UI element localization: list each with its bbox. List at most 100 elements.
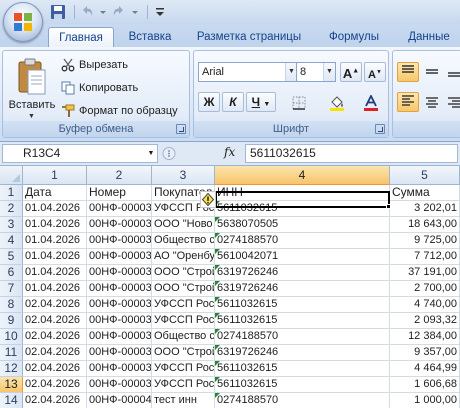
- chevron-down-icon[interactable]: ▼: [263, 101, 270, 108]
- cell-r12-c3[interactable]: УФССП Рос: [152, 361, 215, 377]
- paste-dropdown-icon[interactable]: ▼: [28, 113, 35, 120]
- column-header-2[interactable]: 2: [87, 166, 152, 185]
- cell-r1-c1[interactable]: Дата: [23, 185, 87, 201]
- cell-r1-c5[interactable]: Сумма: [390, 185, 460, 201]
- cell-r7-c1[interactable]: 01.04.2026: [23, 281, 87, 297]
- cell-r13-c1[interactable]: 02.04.2026: [23, 377, 87, 393]
- borders-button[interactable]: [284, 92, 314, 112]
- cut-button[interactable]: Вырезать: [61, 56, 128, 74]
- cell-r3-c1[interactable]: 01.04.2026: [23, 217, 87, 233]
- font-size-select[interactable]: 8 ▼: [296, 62, 336, 82]
- cell-r10-c4[interactable]: 0274188570: [215, 329, 390, 345]
- error-warning-icon[interactable]: [200, 191, 216, 208]
- cell-r6-c4[interactable]: 6319726246: [215, 265, 390, 281]
- cell-r14-c4[interactable]: 0274188570: [215, 393, 390, 408]
- cell-r14-c5[interactable]: 1 000,00: [390, 393, 460, 408]
- row-header-7[interactable]: 7: [0, 281, 23, 297]
- row-header-10[interactable]: 10: [0, 329, 23, 345]
- cell-r11-c4[interactable]: 6319726246: [215, 345, 390, 361]
- row-header-14[interactable]: 14: [0, 393, 23, 408]
- cell-r3-c5[interactable]: 18 643,00: [390, 217, 460, 233]
- redo-dropdown-icon[interactable]: [131, 4, 139, 20]
- clipboard-dialog-launcher[interactable]: [176, 124, 186, 134]
- cell-r4-c4[interactable]: 0274188570: [215, 233, 390, 249]
- cell-r13-c4[interactable]: 5611032615: [215, 377, 390, 393]
- active-cell-outline[interactable]: [215, 191, 390, 208]
- cell-r9-c3[interactable]: УФССП Рос: [152, 313, 215, 329]
- cell-r12-c5[interactable]: 4 464,99: [390, 361, 460, 377]
- font-name-select[interactable]: Arial ▼: [198, 62, 298, 82]
- row-header-8[interactable]: 8: [0, 297, 23, 313]
- cell-r5-c3[interactable]: АО "Оренбу: [152, 249, 215, 265]
- format-painter-button[interactable]: Формат по образцу: [61, 102, 178, 120]
- cell-r14-c3[interactable]: тест инн: [152, 393, 215, 408]
- fill-color-button[interactable]: [322, 92, 352, 112]
- align-center-button[interactable]: [421, 92, 443, 112]
- cell-r6-c2[interactable]: 00НФ-00003: [87, 265, 152, 281]
- cell-r2-c1[interactable]: 01.04.2026: [23, 201, 87, 217]
- align-right-button[interactable]: [443, 92, 460, 112]
- cell-r5-c4[interactable]: 5610042071: [215, 249, 390, 265]
- cell-r11-c2[interactable]: 00НФ-00003: [87, 345, 152, 361]
- font-dialog-launcher[interactable]: [375, 124, 385, 134]
- cell-r8-c5[interactable]: 4 740,00: [390, 297, 460, 313]
- row-header-6[interactable]: 6: [0, 265, 23, 281]
- select-all-button[interactable]: [0, 166, 23, 185]
- row-header-11[interactable]: 11: [0, 345, 23, 361]
- cell-r6-c1[interactable]: 01.04.2026: [23, 265, 87, 281]
- cell-r14-c2[interactable]: 00НФ-00004: [87, 393, 152, 408]
- tab-data[interactable]: Данные: [398, 27, 460, 48]
- cell-r3-c3[interactable]: ООО "Ново: [152, 217, 215, 233]
- cell-r8-c1[interactable]: 02.04.2026: [23, 297, 87, 313]
- italic-button[interactable]: К: [222, 92, 244, 112]
- align-top-button[interactable]: [397, 62, 419, 82]
- row-header-9[interactable]: 9: [0, 313, 23, 329]
- cell-r12-c2[interactable]: 00НФ-00003: [87, 361, 152, 377]
- cell-r9-c5[interactable]: 2 093,32: [390, 313, 460, 329]
- column-header-5[interactable]: 5: [390, 166, 460, 185]
- row-header-2[interactable]: 2: [0, 201, 23, 217]
- cell-r7-c2[interactable]: 00НФ-00003: [87, 281, 152, 297]
- cell-r7-c5[interactable]: 2 700,00: [390, 281, 460, 297]
- undo-dropdown-icon[interactable]: [99, 4, 107, 20]
- cell-r14-c1[interactable]: 02.04.2026: [23, 393, 87, 408]
- cell-r8-c3[interactable]: УФССП Рос: [152, 297, 215, 313]
- cell-r4-c1[interactable]: 01.04.2026: [23, 233, 87, 249]
- row-header-12[interactable]: 12: [0, 361, 23, 377]
- bold-button[interactable]: Ж: [198, 92, 220, 112]
- cell-r10-c2[interactable]: 00НФ-00003: [87, 329, 152, 345]
- fill-handle[interactable]: [386, 204, 391, 209]
- cell-r12-c4[interactable]: 5611032615: [215, 361, 390, 377]
- cell-r5-c2[interactable]: 00НФ-00003: [87, 249, 152, 265]
- cell-r1-c2[interactable]: Номер: [87, 185, 152, 201]
- cell-r3-c2[interactable]: 00НФ-00003: [87, 217, 152, 233]
- cell-r9-c2[interactable]: 00НФ-00003: [87, 313, 152, 329]
- cell-r7-c3[interactable]: ООО "Строй: [152, 281, 215, 297]
- name-box[interactable]: R13C4: [2, 144, 158, 163]
- align-left-button[interactable]: [397, 92, 419, 112]
- chevron-down-icon[interactable]: ▼: [323, 63, 335, 81]
- copy-button[interactable]: Копировать: [61, 79, 138, 97]
- cell-r4-c5[interactable]: 9 725,00: [390, 233, 460, 249]
- cell-r7-c4[interactable]: 6319726246: [215, 281, 390, 297]
- tab-home[interactable]: Главная: [48, 27, 114, 49]
- splitter-grip-icon[interactable]: [162, 144, 176, 163]
- cell-r3-c4[interactable]: 5638070505: [215, 217, 390, 233]
- name-box-dropdown-icon[interactable]: ▼: [145, 144, 157, 163]
- cell-r9-c4[interactable]: 5611032615: [215, 313, 390, 329]
- align-middle-button[interactable]: [421, 62, 443, 82]
- formula-input[interactable]: 5611032615: [245, 144, 458, 163]
- underline-button[interactable]: Ч ▼: [246, 92, 276, 112]
- cell-r4-c2[interactable]: 00НФ-00003: [87, 233, 152, 249]
- insert-function-button[interactable]: fx: [224, 145, 235, 159]
- row-header-3[interactable]: 3: [0, 217, 23, 233]
- cell-r6-c5[interactable]: 37 191,00: [390, 265, 460, 281]
- cell-r11-c1[interactable]: 02.04.2026: [23, 345, 87, 361]
- cell-r10-c5[interactable]: 12 384,00: [390, 329, 460, 345]
- customize-toolbar-icon[interactable]: [152, 4, 168, 20]
- cell-r8-c4[interactable]: 5611032615: [215, 297, 390, 313]
- office-button[interactable]: [3, 2, 43, 42]
- cell-r13-c2[interactable]: 00НФ-00003: [87, 377, 152, 393]
- cell-r11-c5[interactable]: 9 357,00: [390, 345, 460, 361]
- paste-button[interactable]: Вставить ▼: [7, 55, 57, 120]
